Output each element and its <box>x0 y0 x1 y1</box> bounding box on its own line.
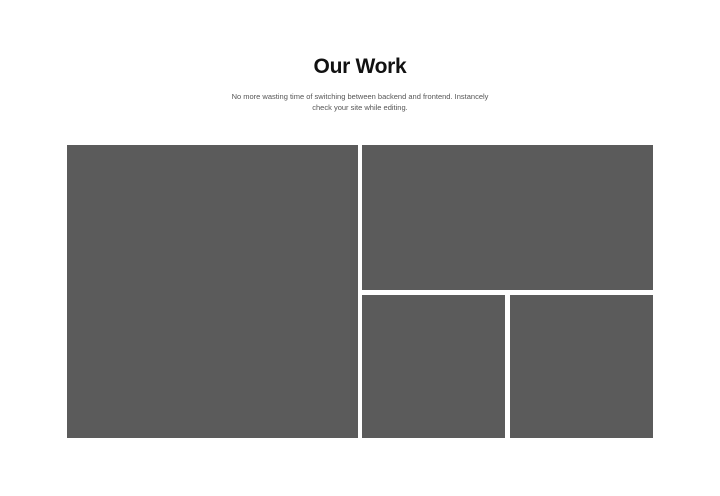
portfolio-item-small-left[interactable] <box>362 295 505 438</box>
section-title: Our Work <box>313 55 407 78</box>
portfolio-item-small-right[interactable] <box>510 295 653 438</box>
section-subtitle: No more wasting time of switching betwee… <box>231 92 489 112</box>
portfolio-item-wide[interactable] <box>362 145 653 290</box>
portfolio-gallery <box>67 145 653 438</box>
portfolio-item-large[interactable] <box>67 145 358 438</box>
